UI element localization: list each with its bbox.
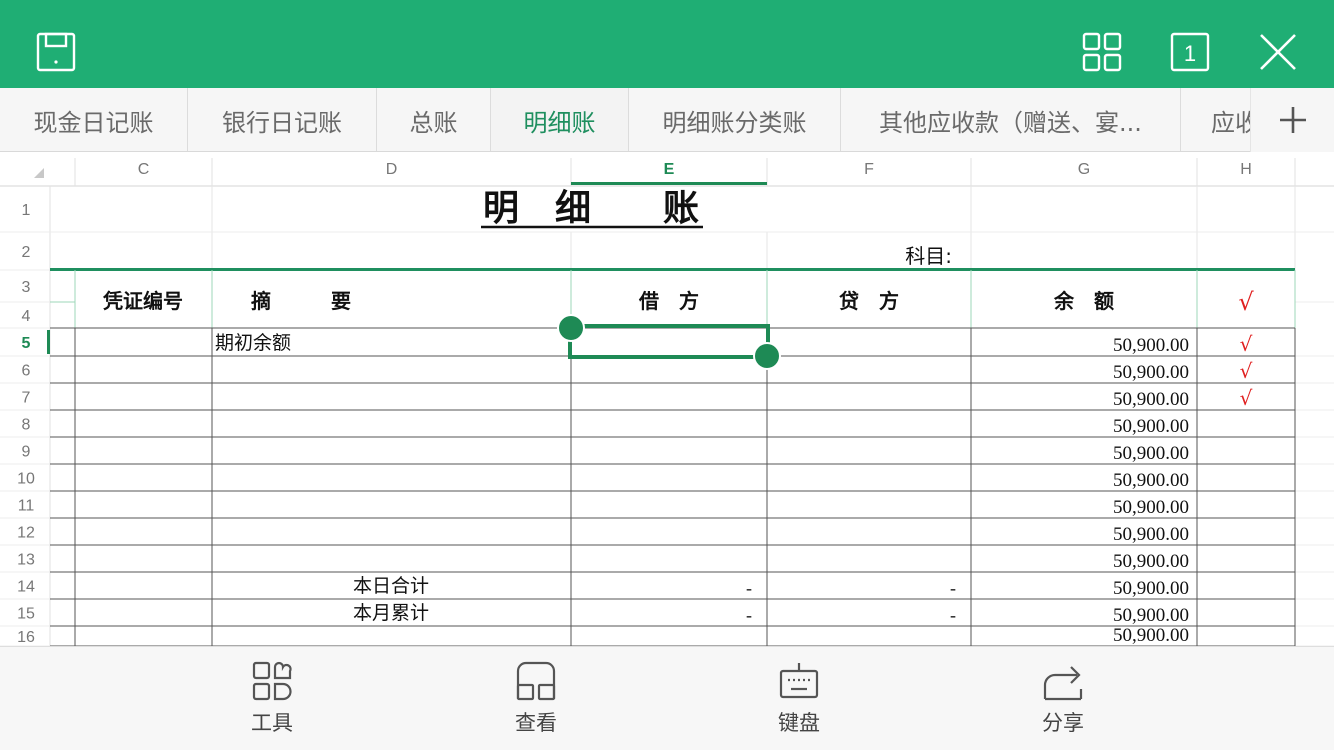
spreadsheet-grid[interactable]: CDEFGH 1 2 3 4 5 6 7 8 9 10 11 12 13 14 15 16 明 细 账科目: 凭… [0, 152, 1334, 646]
row-number-4: 4 [22, 308, 31, 325]
row-number-2: 2 [22, 244, 31, 261]
row-number-12: 12 [17, 525, 35, 542]
column-header-e: E [664, 161, 675, 178]
row-number-7: 7 [22, 390, 31, 407]
row-number-8: 8 [22, 417, 31, 434]
balance-cell: 50,900.00 [1113, 605, 1189, 626]
save-icon [36, 32, 76, 72]
keyboard-icon [779, 663, 819, 699]
close-icon [1260, 34, 1296, 70]
tab-cash-journal[interactable]: 现金日记账 [0, 88, 188, 151]
sheet-count: 1 [1184, 41, 1196, 66]
view-button[interactable]: 查看 [476, 661, 596, 743]
tools-label: 工具 [251, 711, 293, 735]
check-mark: √ [1240, 386, 1253, 410]
selected-column-indicator [571, 182, 767, 185]
keyboard-label: 键盘 [778, 711, 820, 735]
sheet-count-button[interactable]: 1 [1162, 24, 1218, 80]
header-credit: 贷 方 [839, 289, 899, 313]
cell-selection-box [568, 324, 770, 359]
balance-cell: 50,900.00 [1113, 578, 1189, 599]
tab-bank-journal[interactable]: 银行日记账 [188, 88, 377, 151]
subject-label: 科目: [905, 244, 952, 268]
check-mark: √ [1240, 332, 1253, 356]
tab-label: 总账 [409, 108, 458, 137]
header-debit: 借 方 [638, 289, 699, 313]
row-number-16: 16 [17, 629, 35, 646]
debit-cell: - [746, 578, 752, 598]
window-count-icon: 1 [1170, 32, 1210, 72]
view-label: 查看 [515, 711, 557, 735]
tools-button[interactable]: 工具 [212, 661, 332, 743]
top-toolbar: 1 [0, 0, 1334, 88]
debit-cell: - [746, 605, 752, 625]
grid-icon [1082, 32, 1122, 72]
grid-canvas: CDEFGH 12345678910111213141516 明 细 账科目:凭… [0, 152, 1334, 646]
header-balance: 余 额 [1053, 289, 1114, 313]
tab-label: 银行日记账 [222, 108, 342, 137]
summary-cell: 本日合计 [353, 575, 429, 597]
balance-cell: 50,900.00 [1113, 625, 1189, 646]
balance-cell: 50,900.00 [1113, 470, 1189, 491]
header-summary: 摘 要 [251, 289, 351, 313]
selection-handle-start [557, 314, 585, 342]
grid-view-button[interactable] [1074, 24, 1130, 80]
view-icon [516, 661, 556, 701]
balance-cell: 50,900.00 [1113, 443, 1189, 464]
row-number-11: 11 [18, 498, 35, 515]
column-header-f: F [864, 161, 874, 178]
tools-icon [252, 661, 292, 701]
selected-row-indicator [47, 330, 50, 354]
sheet-tabs: 现金日记账 银行日记账 总账 明细账 明细账分类账 其他应收款（赠送、宴... … [0, 88, 1334, 152]
tab-general-ledger[interactable]: 总账 [377, 88, 491, 151]
share-icon [1043, 666, 1083, 701]
row-number-15: 15 [17, 606, 35, 623]
row-number-13: 13 [17, 552, 35, 569]
balance-cell: 50,900.00 [1113, 551, 1189, 572]
tab-other-receivables[interactable]: 其他应收款（赠送、宴... [841, 88, 1181, 151]
row-number-14: 14 [17, 579, 35, 596]
header-voucher-number: 凭证编号 [102, 289, 183, 313]
tab-label: 现金日记账 [33, 108, 154, 137]
column-header-c: C [138, 161, 150, 178]
tab-detail-category-ledger[interactable]: 明细账分类账 [629, 88, 841, 151]
column-header-g: G [1078, 161, 1090, 178]
row-number-1: 1 [22, 202, 31, 219]
table-top-border [50, 268, 1295, 271]
plus-icon [1279, 107, 1306, 133]
keyboard-button[interactable]: 键盘 [739, 661, 859, 743]
tab-label: 其他应收款（赠送、宴... [879, 108, 1142, 137]
save-button[interactable] [28, 24, 84, 80]
share-button[interactable]: 分享 [1003, 661, 1123, 743]
balance-cell: 50,900.00 [1113, 416, 1189, 437]
bottom-toolbar: 工具 查看 键盘 分享 [0, 646, 1334, 750]
add-sheet-button[interactable] [1250, 88, 1334, 152]
column-header-h: H [1240, 161, 1252, 178]
row-number-3: 3 [22, 279, 31, 296]
close-button[interactable] [1250, 24, 1306, 80]
column-header-d: D [386, 161, 398, 178]
balance-cell: 50,900.00 [1113, 335, 1189, 356]
share-label: 分享 [1042, 711, 1084, 735]
header-check-mark: √ [1238, 288, 1254, 316]
sheet-title: 明 细 账 [483, 188, 699, 229]
tab-label: 明细账分类账 [662, 108, 807, 137]
tab-label: 明细账 [523, 108, 596, 137]
check-mark: √ [1240, 359, 1253, 383]
row-number-5: 5 [22, 335, 31, 352]
balance-cell: 50,900.00 [1113, 524, 1189, 545]
selection-handle-end [753, 342, 781, 370]
balance-cell: 50,900.00 [1113, 389, 1189, 410]
row-number-9: 9 [22, 444, 31, 461]
tab-detail-ledger[interactable]: 明细账 [491, 88, 629, 151]
credit-cell: - [950, 578, 956, 598]
credit-cell: - [950, 605, 956, 625]
row-number-6: 6 [22, 363, 31, 380]
summary-cell: 本月累计 [353, 602, 429, 624]
summary-cell: 期初余额 [215, 332, 291, 354]
balance-cell: 50,900.00 [1113, 497, 1189, 518]
row-number-10: 10 [17, 471, 35, 488]
balance-cell: 50,900.00 [1113, 362, 1189, 383]
